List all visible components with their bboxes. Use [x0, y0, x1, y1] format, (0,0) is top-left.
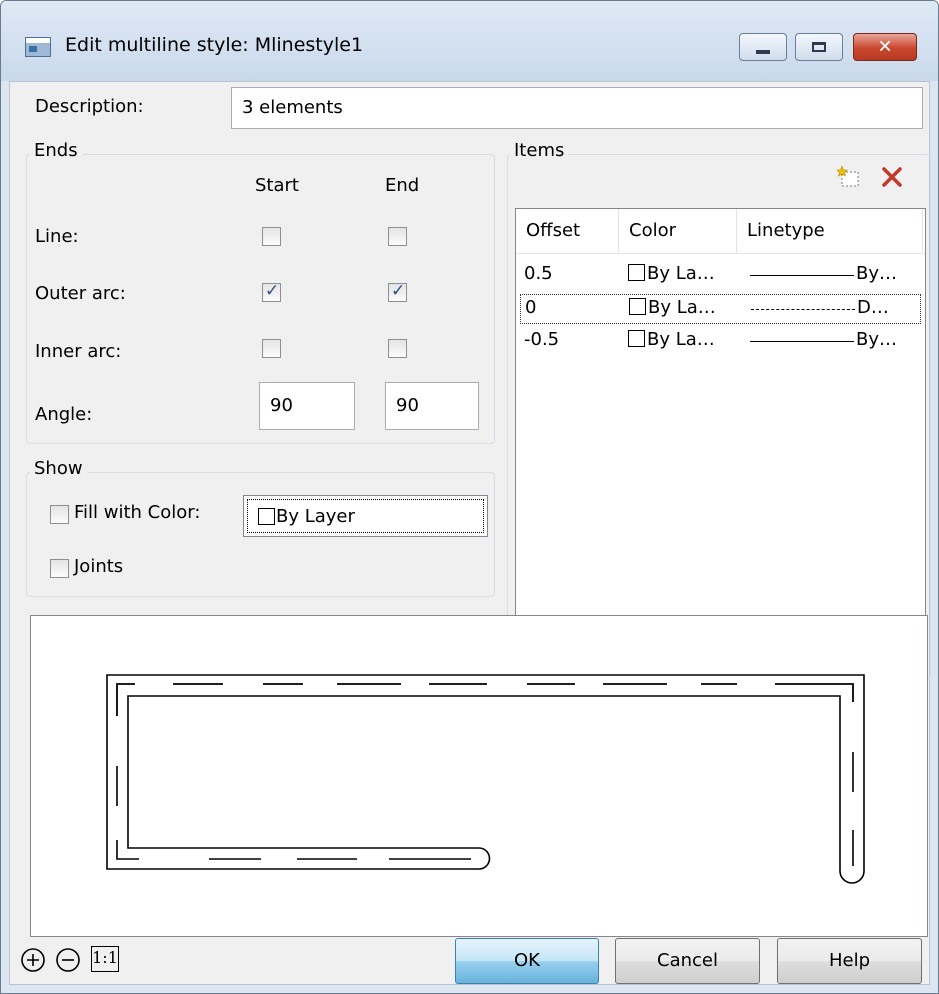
cancel-button[interactable]: Cancel	[615, 938, 760, 984]
item-linetype: By…	[856, 263, 898, 284]
close-icon: ✕	[877, 36, 893, 58]
show-group-title: Show	[30, 458, 87, 479]
inner-arc-start-checkbox[interactable]	[262, 339, 281, 358]
help-button[interactable]: Help	[777, 938, 922, 984]
item-linetype-sample	[751, 309, 855, 310]
item-color-text: By La…	[647, 263, 715, 284]
zoom-in-icon[interactable]	[18, 945, 48, 975]
line-label: Line:	[35, 226, 79, 247]
fill-color-label[interactable]: Fill with Color:	[74, 502, 200, 523]
items-list-header: Offset Color Linetype	[516, 209, 925, 254]
item-color-swatch	[629, 298, 646, 315]
fill-color-value: By Layer	[276, 506, 355, 527]
item-color: By La…	[628, 263, 715, 284]
column-header-linetype[interactable]: Linetype	[737, 209, 923, 253]
item-linetype-sample	[750, 341, 854, 342]
item-offset: 0.5	[524, 263, 553, 284]
item-row-1[interactable]: 0 By La… D…	[520, 294, 921, 324]
close-button[interactable]: ✕	[853, 33, 917, 61]
multiline-preview	[30, 615, 928, 937]
item-color-text: By La…	[647, 329, 715, 350]
window-app-icon[interactable]	[25, 37, 51, 57]
inner-arc-label: Inner arc:	[35, 341, 122, 362]
item-color-text: By La…	[648, 297, 716, 318]
maximize-button[interactable]	[795, 33, 843, 61]
minimize-button[interactable]	[739, 33, 787, 61]
angle-label: Angle:	[35, 404, 93, 425]
item-color-swatch	[628, 264, 645, 281]
zoom-out-icon[interactable]	[53, 945, 83, 975]
angle-end-input[interactable]: 90	[385, 382, 479, 430]
joints-label[interactable]: Joints	[74, 556, 123, 577]
window-title: Edit multiline style: Mlinestyle1	[65, 34, 364, 56]
fill-color-swatch	[258, 508, 275, 525]
description-label: Description:	[35, 96, 144, 117]
item-offset: -0.5	[524, 329, 560, 350]
column-header-offset[interactable]: Offset	[516, 209, 619, 253]
zoom-reset-button[interactable]: 1:1	[91, 946, 119, 972]
items-list[interactable]: Offset Color Linetype 0.5 By La… By… 0 B…	[515, 208, 926, 673]
minimize-icon	[756, 50, 770, 54]
ends-group-title: Ends	[30, 140, 82, 161]
item-linetype: D…	[857, 297, 889, 318]
delete-item-icon[interactable]	[880, 165, 904, 189]
item-offset: 0	[525, 297, 537, 318]
angle-start-input[interactable]: 90	[259, 382, 355, 430]
item-color-swatch	[628, 330, 645, 347]
ends-end-header: End	[385, 175, 420, 196]
items-group-title: Items	[510, 140, 569, 161]
item-color: By La…	[628, 329, 715, 350]
line-end-checkbox[interactable]	[388, 227, 407, 246]
ends-start-header: Start	[255, 175, 299, 196]
item-color: By La…	[629, 297, 716, 318]
title-bar[interactable]: Edit multiline style: Mlinestyle1 ✕	[1, 1, 938, 81]
fill-color-focus: By Layer	[247, 499, 484, 533]
inner-arc-end-checkbox[interactable]	[388, 339, 407, 358]
outer-arc-start-checkbox[interactable]	[262, 281, 281, 302]
joints-checkbox[interactable]	[50, 559, 69, 578]
new-item-icon[interactable]	[836, 164, 862, 190]
item-linetype-sample	[750, 275, 854, 276]
column-header-color[interactable]: Color	[619, 209, 737, 253]
item-linetype: By…	[856, 329, 898, 350]
description-input[interactable]: 3 elements	[231, 87, 923, 129]
line-start-checkbox[interactable]	[262, 227, 281, 246]
ok-button[interactable]: OK	[455, 938, 599, 984]
item-row-0[interactable]: 0.5 By La… By…	[520, 261, 921, 291]
outer-arc-label: Outer arc:	[35, 283, 126, 304]
fill-color-select[interactable]: By Layer	[243, 495, 488, 537]
outer-arc-end-checkbox[interactable]	[388, 281, 407, 302]
dialog-window: Edit multiline style: Mlinestyle1 ✕ Desc…	[0, 0, 939, 994]
dialog-client-area: Description: 3 elements Ends Start End L…	[9, 81, 931, 985]
item-row-2[interactable]: -0.5 By La… By…	[520, 327, 921, 357]
fill-color-checkbox[interactable]	[50, 505, 69, 524]
multiline-preview-drawing	[106, 674, 865, 884]
maximize-icon	[812, 42, 826, 52]
